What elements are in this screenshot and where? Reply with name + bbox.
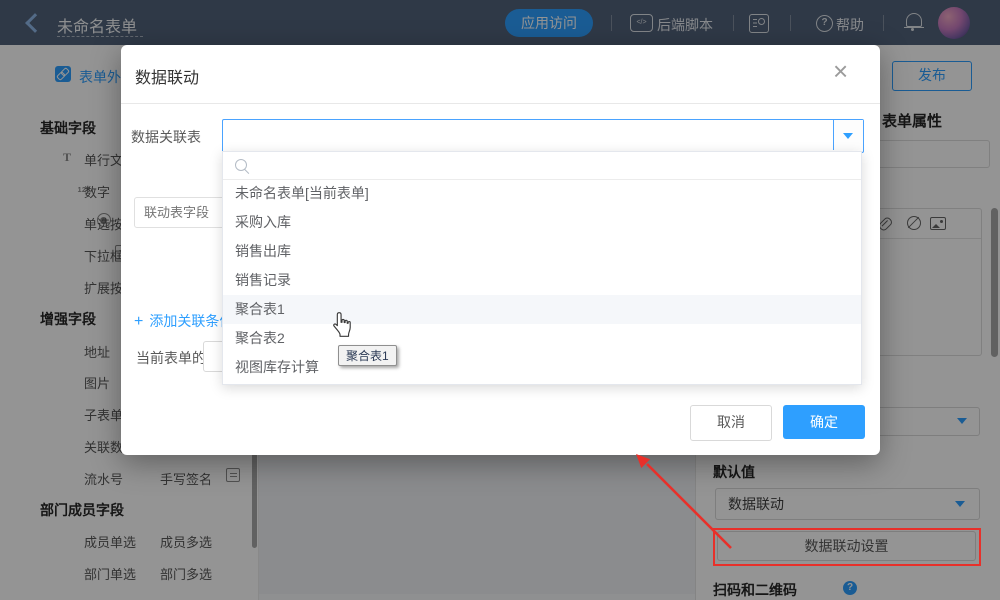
search-icon: [235, 159, 247, 171]
dropdown-option[interactable]: 采购入库: [223, 208, 861, 237]
modal-title: 数据联动: [135, 64, 199, 88]
modal-header-divider: [121, 103, 880, 104]
dropdown-option[interactable]: 视图库存计算: [223, 353, 861, 382]
select-caret-button[interactable]: [833, 120, 863, 150]
close-icon[interactable]: ×: [833, 60, 848, 82]
app-root: { "header": { "title": "未命名表单", "app_acc…: [0, 0, 1000, 600]
plus-icon: +: [134, 313, 143, 330]
dropdown-option[interactable]: 销售记录: [223, 266, 861, 295]
dropdown-option[interactable]: 聚合表2: [223, 324, 861, 353]
hover-tooltip: 聚合表1: [338, 345, 397, 366]
add-condition-link[interactable]: +添加关联条件: [134, 311, 233, 331]
dropdown-option[interactable]: 未命名表单[当前表单]: [223, 179, 861, 208]
linked-table-select[interactable]: [222, 119, 864, 153]
current-form-label: 当前表单的: [136, 348, 206, 368]
linked-table-dropdown: 未命名表单[当前表单] 采购入库 销售出库 销售记录 聚合表1 聚合表2 视图库…: [222, 151, 862, 385]
dropdown-option-hovered[interactable]: 聚合表1: [223, 295, 861, 324]
hand-cursor: [331, 311, 353, 338]
red-highlight-box: [713, 528, 981, 566]
cancel-button[interactable]: 取消: [690, 405, 772, 441]
search-input[interactable]: [253, 154, 837, 178]
linked-table-label: 数据关联表: [131, 127, 201, 147]
confirm-button[interactable]: 确定: [783, 405, 865, 439]
dropdown-option[interactable]: 销售出库: [223, 237, 861, 266]
chevron-down-icon: [843, 133, 853, 139]
